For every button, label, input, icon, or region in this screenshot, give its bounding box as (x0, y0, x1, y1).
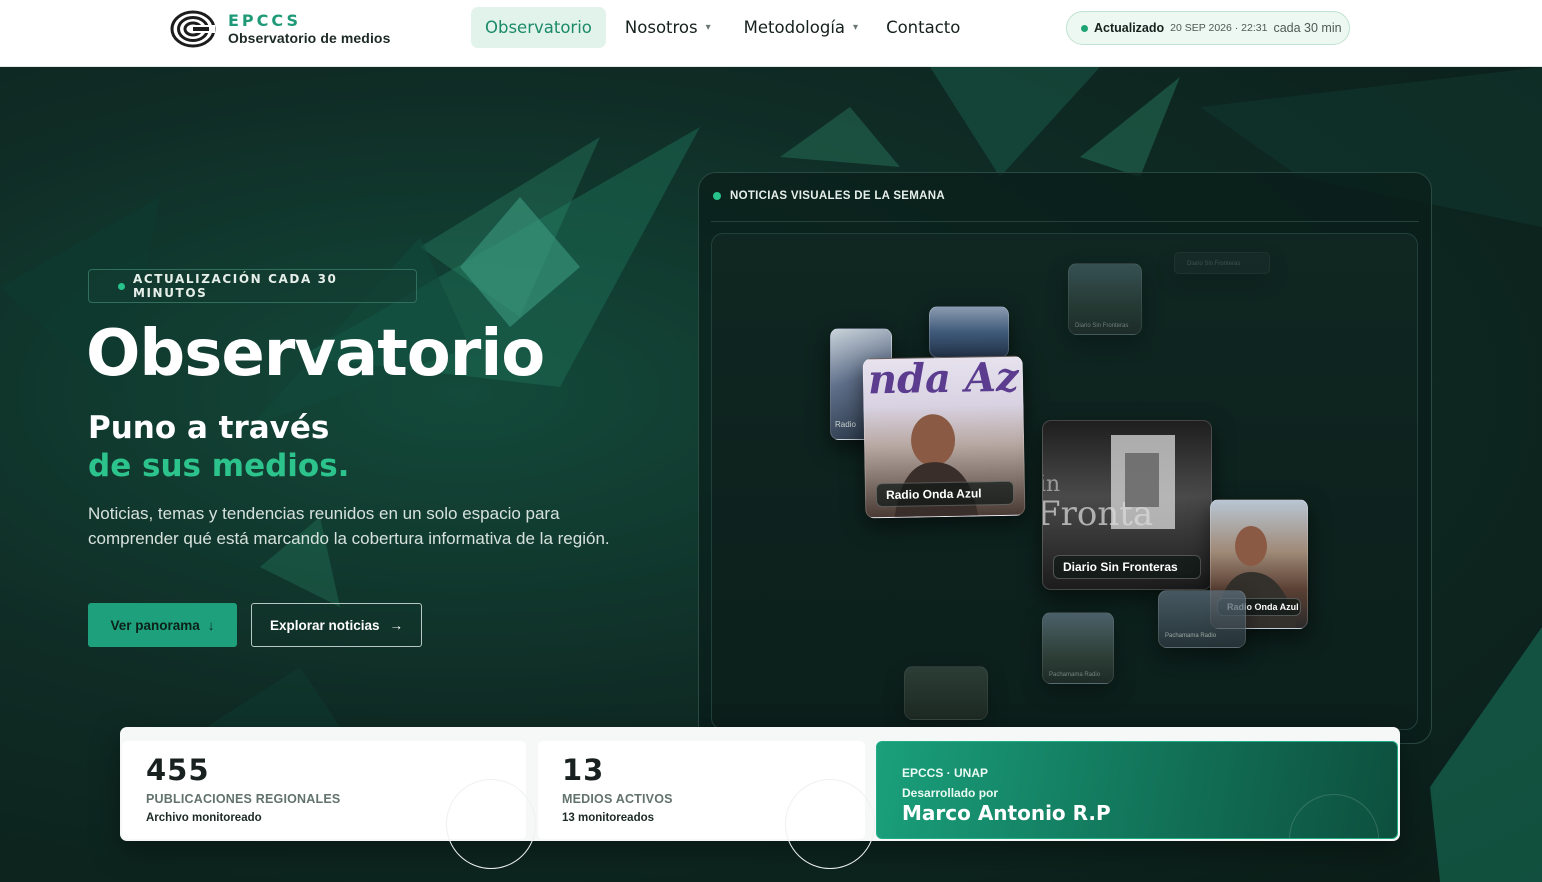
nav-label: Nosotros (624, 18, 698, 37)
card-label: Radio (835, 420, 856, 429)
card-label: Radio Onda Azul (875, 480, 1015, 508)
hero-description: Noticias, temas y tendencias reunidos en… (88, 504, 610, 548)
update-status-pill: Actualizado 20 SEP 2026 · 22:31 cada 30 … (1066, 11, 1350, 45)
hero-title: Observatorio (86, 317, 545, 391)
news-card-small[interactable]: Diario Sin Fronteras (1068, 263, 1142, 335)
panel-header: NOTICIAS VISUALES DE LA SEMANA (713, 190, 945, 202)
button-label: Ver panorama (110, 617, 200, 633)
arrow-down-icon: ↓ (207, 617, 215, 633)
stat-card-media: 13 MEDIOS ACTIVOS 13 monitoreados (538, 741, 875, 869)
card-label: Diario Sin Fronteras (1075, 323, 1129, 329)
nav-item-nosotros[interactable]: Nosotros ▾ (611, 7, 725, 48)
hero-section: ACTUALIZACIÓN CADA 30 MINUTOS Observator… (0, 67, 1542, 882)
live-dot-icon (118, 282, 125, 290)
news-collage: Diario Sin Fronteras Diario Sin Frontera… (711, 233, 1418, 730)
news-card-radio-onda-azul[interactable]: nda Az Radio Onda Azul (862, 355, 1026, 519)
stat-label: MEDIOS ACTIVOS (562, 792, 673, 806)
card-label: Diario Sin Fronteras (1053, 555, 1201, 579)
stat-label: PUBLICACIONES REGIONALES (146, 792, 341, 806)
status-date: 20 SEP 2026 · 22:31 (1170, 22, 1268, 34)
credit-author: Marco Antonio R.P (902, 801, 1111, 825)
stat-note: 13 monitoreados (562, 812, 655, 824)
brand-tagline: Observatorio de medios (228, 30, 391, 46)
ver-panorama-button[interactable]: Ver panorama ↓ (88, 603, 237, 647)
credit-org: EPCCS · UNAP (902, 766, 989, 780)
stat-card-publications: 455 PUBLICACIONES REGIONALES Archivo mon… (122, 741, 536, 869)
live-dot-icon (713, 192, 721, 200)
card-label: Diario Sin Fronteras (1187, 261, 1241, 267)
brand[interactable]: EPCCS Observatorio de medios (170, 9, 390, 49)
nav-label: Metodología (743, 18, 846, 37)
decorative-circle (1289, 794, 1379, 838)
card-label: Pachamama Radio (1049, 672, 1101, 678)
chevron-down-icon: ▾ (853, 22, 859, 33)
epccs-logo-icon (170, 10, 216, 48)
news-card-pachamama-1[interactable]: Pachamama Radio (1158, 590, 1246, 648)
nav-label: Observatorio (485, 18, 592, 37)
nav-item-metodologia[interactable]: Metodología ▾ (730, 7, 872, 48)
credit-card: EPCCS · UNAP Desarrollado por Marco Anto… (876, 741, 1398, 839)
button-label: Explorar noticias (269, 617, 380, 633)
divider (711, 221, 1419, 222)
nav-item-observatorio[interactable]: Observatorio (471, 7, 606, 48)
arrow-right-icon: → (389, 617, 404, 633)
hero-subtitle-line1: Puno a través (88, 410, 330, 446)
news-card-crowd[interactable] (929, 306, 1009, 358)
badge-text: ACTUALIZACIÓN CADA 30 MINUTOS (132, 272, 338, 300)
decorative-circle (446, 779, 536, 869)
news-card-faded-bottom[interactable] (904, 666, 988, 720)
chevron-down-icon: ▾ (705, 22, 711, 33)
stat-value: 455 (146, 753, 210, 787)
decorative-circle (785, 779, 875, 869)
status-frequency: cada 30 min (1273, 21, 1342, 35)
card-label: Pachamama Radio (1165, 633, 1217, 639)
news-card-pachamama-2[interactable]: Pachamama Radio (1042, 612, 1114, 684)
stat-note: Archivo monitoreado (146, 812, 262, 824)
stats-bar: 455 PUBLICACIONES REGIONALES Archivo mon… (120, 727, 1400, 869)
main-nav: Observatorio Nosotros ▾ Metodología ▾ Co… (471, 7, 974, 48)
visual-news-panel: NOTICIAS VISUALES DE LA SEMANA Diario Si… (698, 172, 1432, 744)
stat-value: 13 (562, 753, 605, 787)
hero-subtitle-line2: de sus medios. (88, 448, 350, 484)
explorar-noticias-button[interactable]: Explorar noticias → (251, 603, 422, 647)
live-dot-icon (1081, 24, 1088, 32)
top-navbar: EPCCS Observatorio de medios Observatori… (0, 0, 1542, 67)
nav-item-contacto[interactable]: Contacto (872, 7, 974, 48)
credit-by: Desarrollado por (902, 786, 999, 800)
news-card-faded[interactable]: Diario Sin Fronteras (1174, 252, 1270, 274)
news-card-diario-sin-fronteras[interactable]: in Fronta Diario Sin Fronteras (1042, 420, 1212, 590)
brand-name: EPCCS (228, 11, 301, 30)
status-label: Actualizado (1094, 21, 1165, 35)
svg-text:nda Az: nda Az (868, 357, 1021, 404)
nav-label: Contacto (886, 18, 961, 37)
panel-title: NOTICIAS VISUALES DE LA SEMANA (730, 190, 945, 202)
update-frequency-badge: ACTUALIZACIÓN CADA 30 MINUTOS (88, 269, 417, 303)
